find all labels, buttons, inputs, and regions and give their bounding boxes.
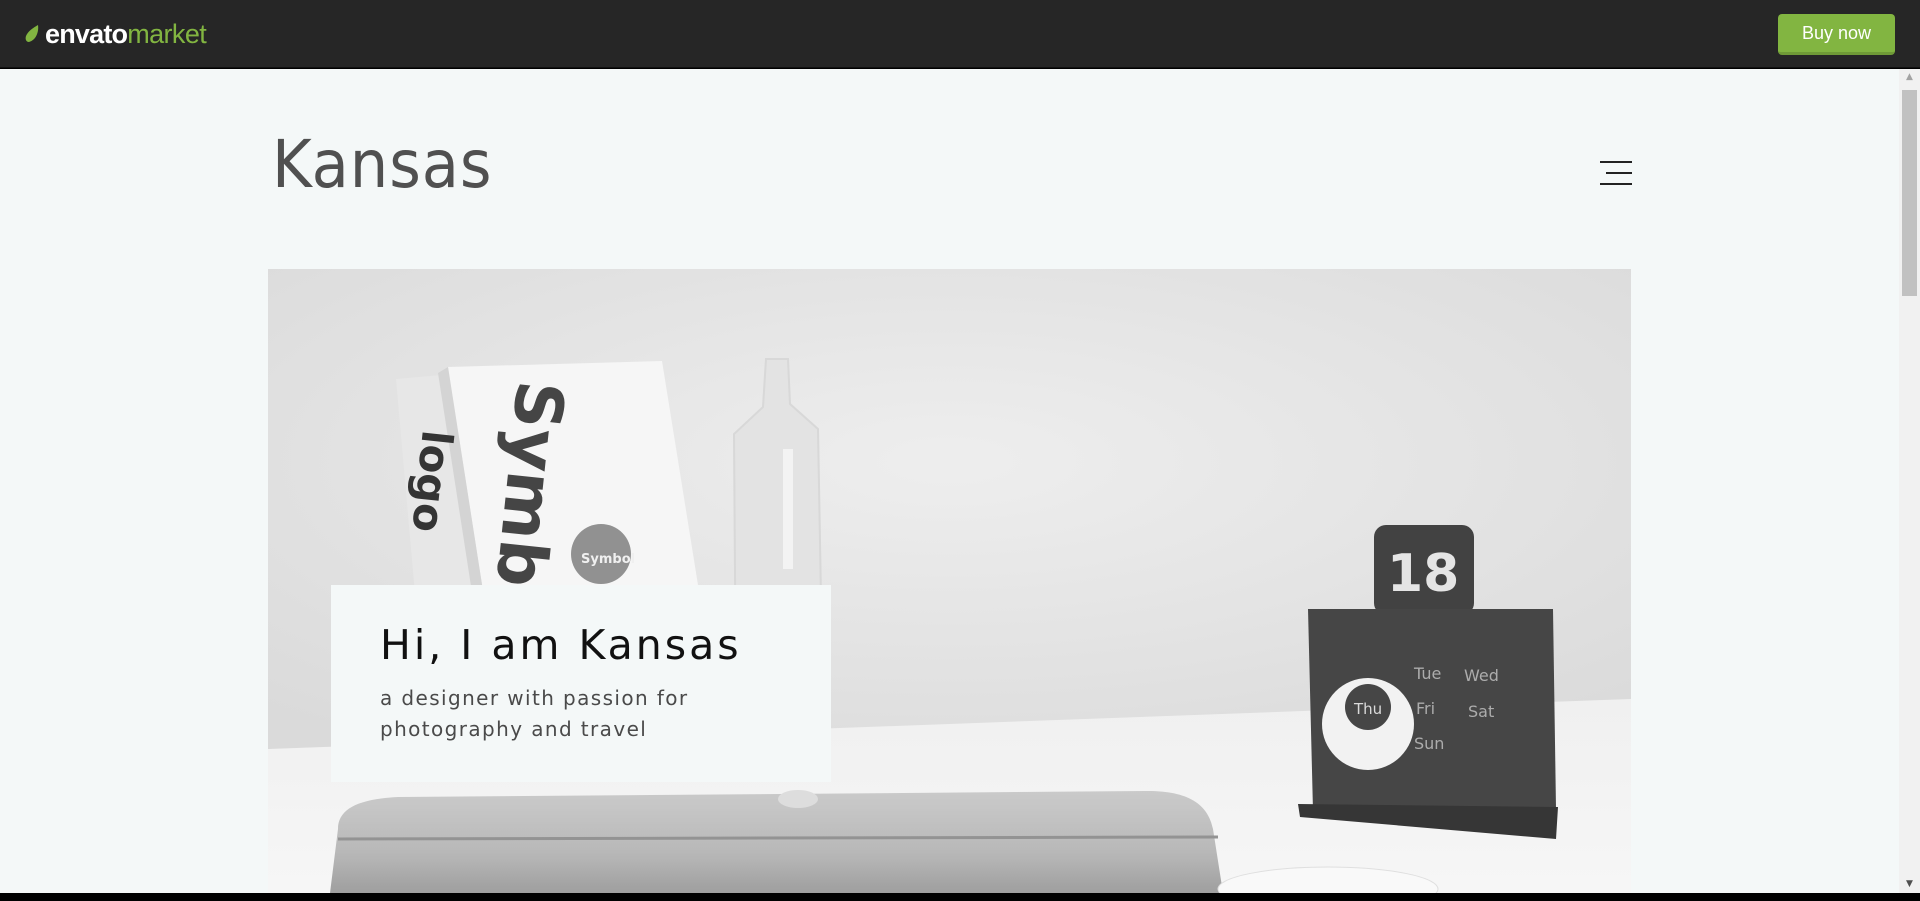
logo-envato-text: envato xyxy=(45,18,128,49)
menu-line xyxy=(1606,172,1632,174)
intro-heading: Hi, I am Kansas xyxy=(380,621,742,669)
scroll-down-arrow-icon[interactable]: ▼ xyxy=(1899,876,1920,893)
scrollbar-thumb[interactable] xyxy=(1902,90,1917,296)
menu-line xyxy=(1600,183,1632,185)
envato-top-bar: envato market Buy now xyxy=(0,0,1920,68)
intro-card: Hi, I am Kansas a designer with passion … xyxy=(331,585,831,782)
grayscale-desk-photo: Symb logo Symbol 18 Thu Tue Wed Fri Sat … xyxy=(268,269,1631,893)
theme-preview-frame: Kansas Symb logo Symbol 18 Thu Tue Wed F… xyxy=(0,69,1920,893)
intro-subtitle: a designer with passion for photography … xyxy=(380,686,689,741)
envato-market-logo[interactable]: envato market xyxy=(24,18,207,49)
scroll-up-arrow-icon[interactable]: ▲ xyxy=(1899,69,1920,86)
hero-image: Symb logo Symbol 18 Thu Tue Wed Fri Sat … xyxy=(268,269,1631,893)
logo-market-text: market xyxy=(127,18,207,49)
buy-now-button[interactable]: Buy now xyxy=(1778,14,1895,55)
window-bottom-edge xyxy=(0,893,1920,901)
menu-line xyxy=(1600,161,1632,163)
leaf-icon xyxy=(25,25,39,42)
hamburger-menu-icon[interactable] xyxy=(1598,161,1632,187)
site-title[interactable]: Kansas xyxy=(272,126,492,203)
vertical-scrollbar[interactable]: ▲ ▼ xyxy=(1899,69,1920,893)
